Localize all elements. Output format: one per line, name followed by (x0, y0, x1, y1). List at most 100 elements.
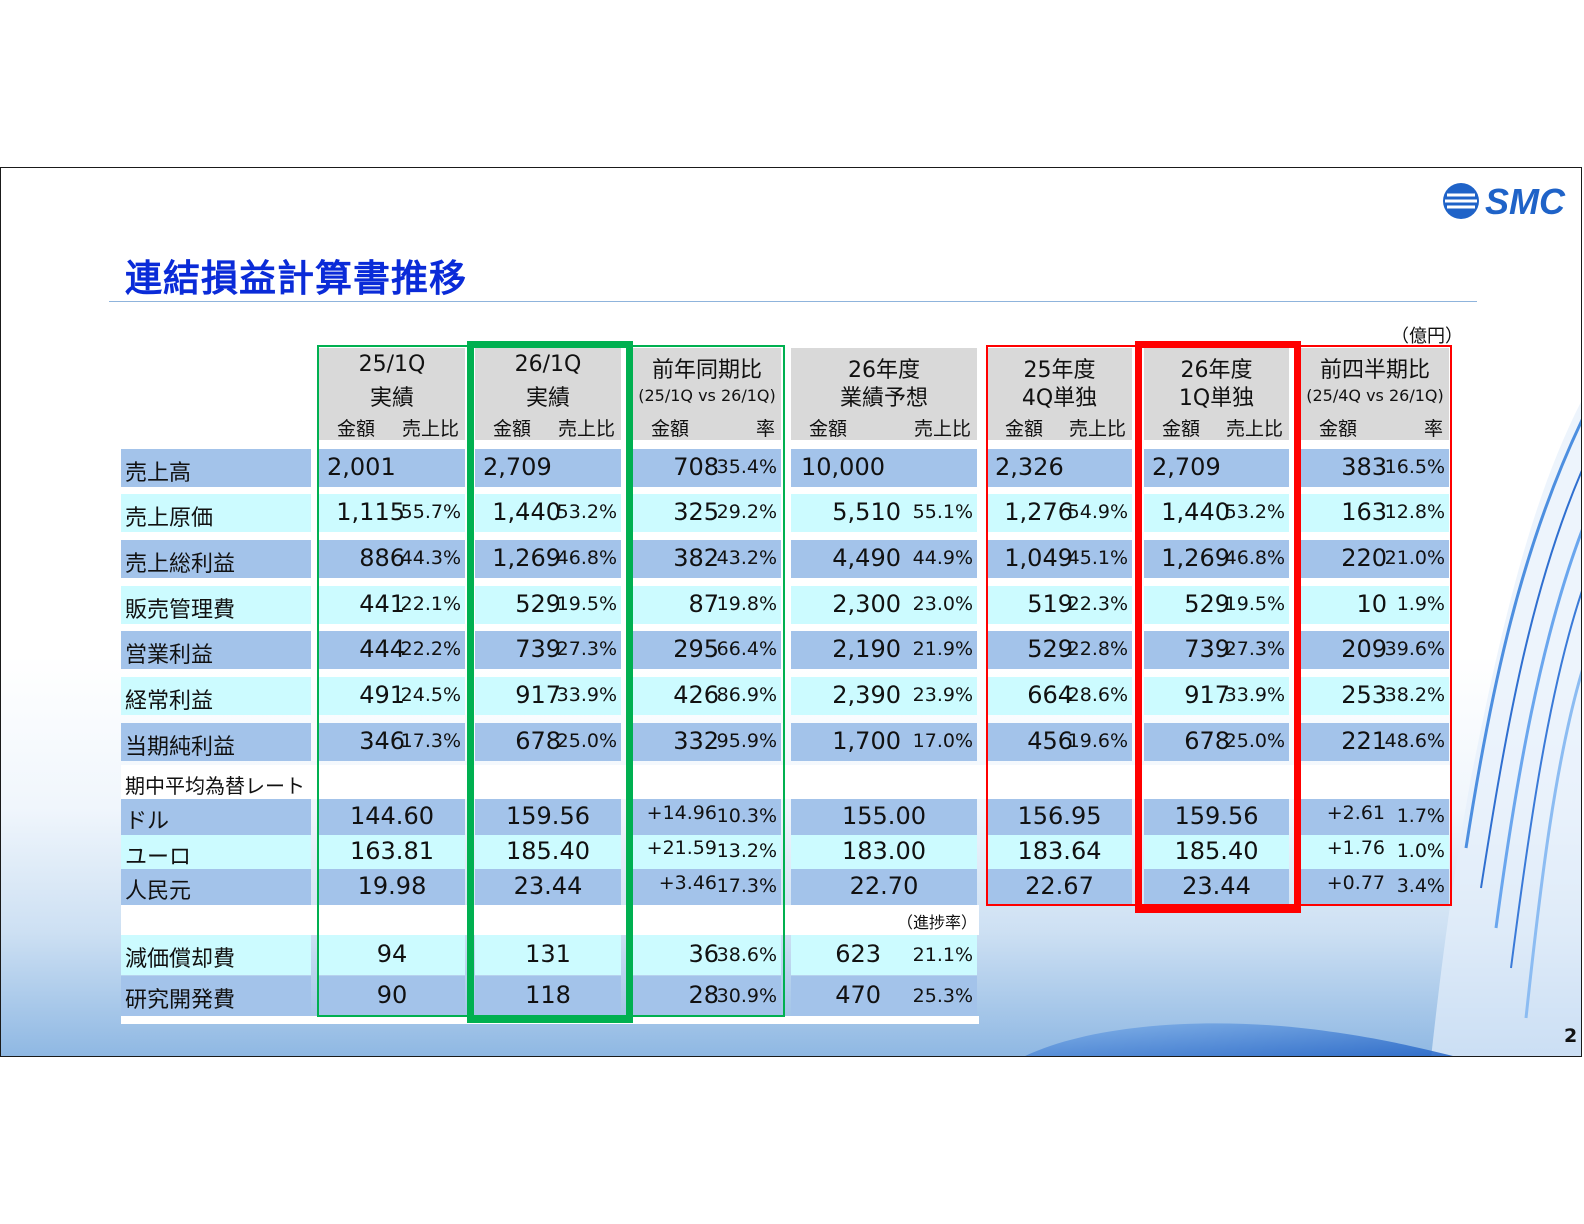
cell-amount: 163.81 (350, 837, 434, 865)
cell-ratio: 17.3% (400, 730, 461, 752)
cell-ratio: 35.4% (716, 456, 777, 478)
cell-ratio: 17.3% (716, 875, 777, 897)
logo-text: SMC (1485, 181, 1566, 222)
column-subheader-ratio: 売上比 (913, 418, 971, 440)
cell-ratio: 33.9% (1224, 684, 1285, 706)
cell-ratio: 3.4% (1396, 875, 1445, 897)
cell-ratio: 13.2% (716, 840, 777, 862)
row-label: 営業利益 (125, 643, 214, 668)
cell-amount: 155.00 (842, 802, 926, 830)
cell-ratio: 23.0% (912, 593, 973, 615)
cell-ratio: 45.1% (1067, 547, 1128, 569)
fx-section-bg (121, 765, 1451, 799)
unit-label: （億円） (1391, 326, 1463, 347)
row-label: 販売管理費 (125, 598, 236, 623)
cell-ratio: 21.9% (912, 638, 973, 660)
cell-amount: 2,326 (995, 453, 1064, 481)
title-underline (109, 301, 1477, 302)
fx-section-label: 期中平均為替レート (125, 774, 305, 798)
cell-ratio: 22.2% (400, 638, 461, 660)
cell-ratio: 86.9% (716, 684, 777, 706)
cell-ratio: 38.2% (1384, 684, 1445, 706)
cell-ratio: 29.2% (716, 501, 777, 523)
row-label: 経常利益 (125, 689, 214, 714)
cell-ratio: 1.7% (1396, 805, 1445, 827)
cell-amount: 90 (376, 981, 408, 1009)
row-label: 売上高 (125, 461, 192, 486)
cell-amount: 23.44 (1182, 872, 1251, 900)
column-header-line2: 実績 (525, 386, 570, 411)
smc-logo: SMC (1443, 181, 1566, 222)
cell-amount: 118 (525, 981, 571, 1009)
cell-ratio: 1.9% (1396, 593, 1445, 615)
column-header-line1: 前年同期比 (651, 358, 762, 383)
row-label: ドル (125, 809, 170, 834)
row-label: 売上原価 (125, 506, 214, 531)
cell-ratio: 54.9% (1067, 501, 1128, 523)
cell-ratio: 19.5% (1224, 593, 1285, 615)
page-number: 2 (1564, 1025, 1578, 1047)
cell-ratio: 55.1% (912, 501, 973, 523)
cell-amount: 131 (525, 940, 571, 968)
cell-ratio: 46.8% (556, 547, 617, 569)
cell-ratio: 48.6% (1384, 730, 1445, 752)
progress-rate-label: （進捗率） (896, 913, 977, 932)
column-header-line1: 26/1Q (514, 352, 582, 377)
cell-ratio: 55.7% (400, 501, 461, 523)
cell-ratio: 10.3% (716, 805, 777, 827)
cell-ratio: 38.6% (716, 944, 777, 966)
cell-ratio: 12.8% (1384, 501, 1445, 523)
cell-amount: 183.64 (1017, 837, 1102, 865)
column-header-line2: 1Q単独 (1178, 386, 1255, 411)
cell-ratio: 22.3% (1067, 593, 1128, 615)
column-subheader-ratio: 率 (755, 418, 775, 440)
page-title: 連結損益計算書推移 (125, 257, 467, 300)
cell-ratio: 95.9% (716, 730, 777, 752)
cell-ratio: 28.6% (1067, 684, 1128, 706)
cell-ratio: 27.3% (1224, 638, 1285, 660)
cell-amount: 159.56 (1174, 802, 1259, 830)
cell-ratio: 17.0% (912, 730, 973, 752)
cell-amount: 156.95 (1017, 802, 1102, 830)
column-header-subtitle: (25/1Q vs 26/1Q) (638, 386, 776, 405)
column-header-line2: 4Q単独 (1021, 386, 1098, 411)
cell-ratio: 16.5% (1384, 456, 1445, 478)
cell-amount: 144.60 (350, 802, 434, 830)
cell-ratio: 19.8% (716, 593, 777, 615)
cell-amount: 22.70 (849, 872, 919, 900)
column-subheader-ratio: 売上比 (1225, 418, 1283, 440)
cell-ratio: 19.5% (556, 593, 617, 615)
column-header-subtitle: (25/4Q vs 26/1Q) (1306, 386, 1444, 405)
cell-ratio: 27.3% (556, 638, 617, 660)
cell-ratio: 39.6% (1384, 638, 1445, 660)
cell-ratio: 66.4% (716, 638, 777, 660)
cell-amount: 22.67 (1025, 872, 1094, 900)
cell-ratio: 25.0% (556, 730, 617, 752)
cell-ratio: 43.2% (716, 547, 777, 569)
cell-ratio: 22.8% (1067, 638, 1128, 660)
cell-ratio: 22.1% (400, 593, 461, 615)
column-subheader-ratio: 売上比 (557, 418, 615, 440)
cell-amount: 2,001 (327, 453, 396, 481)
cell-amount: 23.44 (513, 872, 583, 900)
column-subheader-ratio: 率 (1423, 418, 1443, 440)
cell-ratio: 53.2% (556, 501, 617, 523)
cell-amount: 159.56 (506, 802, 590, 830)
cell-ratio: 24.5% (400, 684, 461, 706)
cell-ratio: 44.9% (912, 547, 973, 569)
row-label: 研究開発費 (125, 988, 236, 1013)
cell-amount: 185.40 (506, 837, 590, 865)
slide: SMC 連結損益計算書推移 （億円） 25/1Q 実績 金額 売上比 26/1Q 実績 金額… (0, 167, 1582, 1057)
column-subheader-ratio: 売上比 (1068, 418, 1126, 440)
cell-amount: 2,709 (483, 453, 552, 481)
cell-ratio: 25.3% (912, 985, 973, 1007)
column-header-line2: 業績予想 (839, 386, 928, 411)
row-label: ユーロ (125, 845, 192, 870)
cell-amount: 94 (376, 940, 408, 968)
cell-amount: 183.00 (842, 837, 926, 865)
row-label: 当期純利益 (125, 735, 236, 760)
cell-amount: 10,000 (801, 453, 885, 481)
cell-ratio: 1.0% (1396, 840, 1445, 862)
column-header-line1: 25/1Q (358, 352, 426, 377)
cell-ratio: 19.6% (1067, 730, 1128, 752)
